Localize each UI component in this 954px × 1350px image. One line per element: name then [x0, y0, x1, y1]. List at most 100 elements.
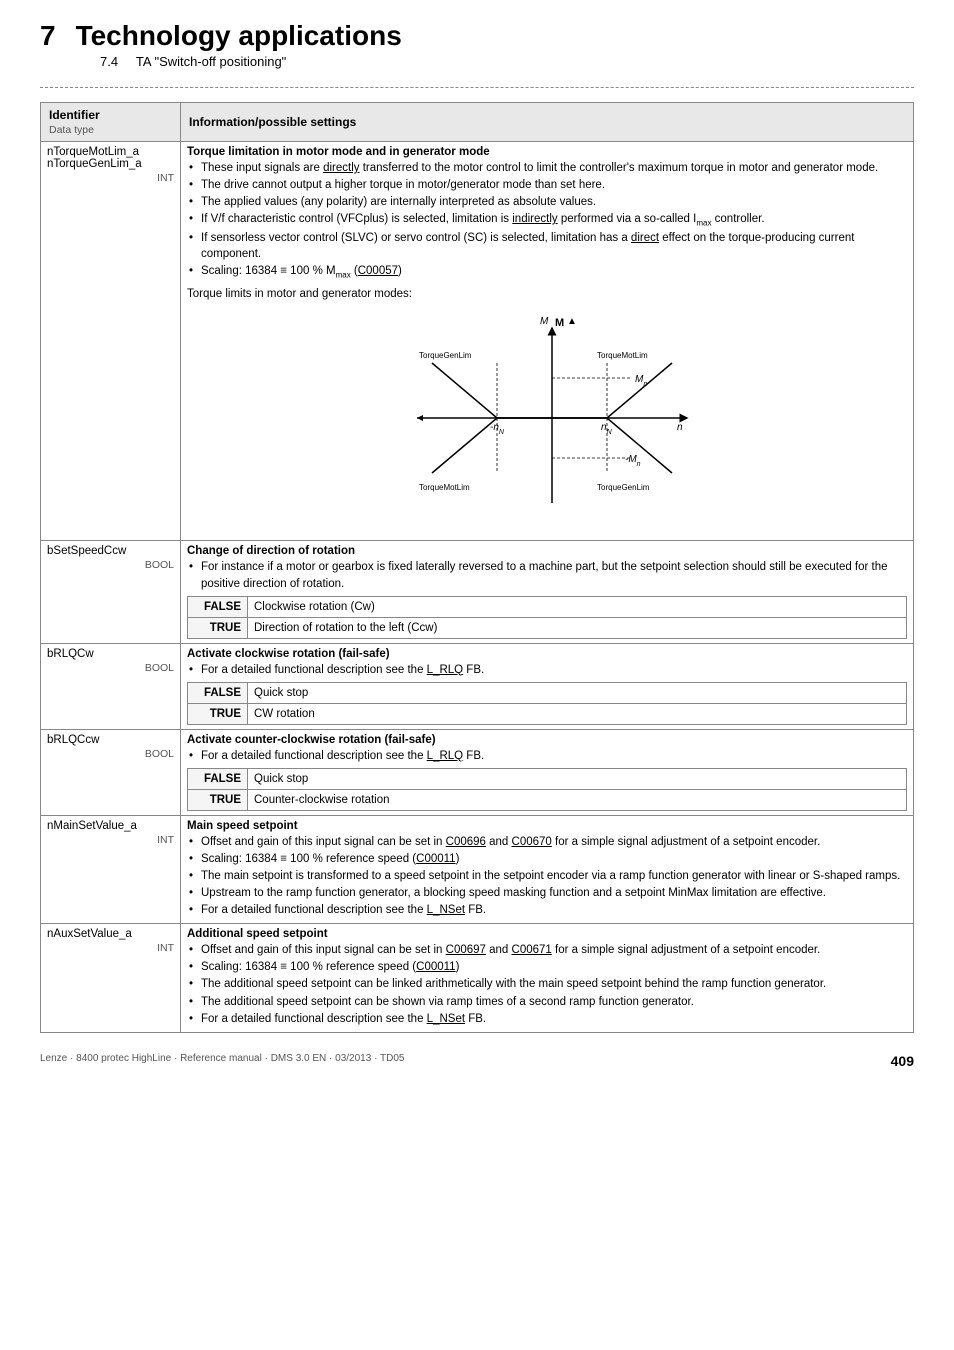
svg-text:TorqueMotLim: TorqueMotLim — [597, 351, 648, 360]
bullet-item: If V/f characteristic control (VFCplus) … — [187, 211, 907, 228]
identifier-name: nAuxSetValue_a — [47, 928, 132, 940]
bullet-item: The additional speed setpoint can be sho… — [187, 994, 907, 1010]
bullet-item: The drive cannot output a higher torque … — [187, 177, 907, 193]
bool-key: FALSE — [188, 596, 248, 617]
ref-link[interactable]: C00011 — [416, 853, 455, 865]
ref-link[interactable]: C00011 — [416, 961, 455, 973]
ref-link[interactable]: C00671 — [512, 944, 552, 956]
bool-row: TRUE Direction of rotation to the left (… — [188, 617, 907, 638]
bullet-list: For a detailed functional description se… — [187, 662, 907, 678]
svg-text:TorqueGenLim: TorqueGenLim — [597, 483, 650, 492]
identifier-cell: nTorqueMotLim_anTorqueGenLim_a INT — [41, 142, 181, 541]
identifier-cell: nMainSetValue_a INT — [41, 815, 181, 923]
datatype-label: INT — [47, 834, 174, 846]
datatype-label: INT — [47, 172, 174, 184]
bullet-item: For a detailed functional description se… — [187, 1011, 907, 1027]
bool-row: TRUE CW rotation — [188, 703, 907, 724]
bool-value: CW rotation — [248, 703, 907, 724]
bool-value: Clockwise rotation (Cw) — [248, 596, 907, 617]
identifier-name: nTorqueMotLim_anTorqueGenLim_a — [47, 146, 142, 170]
bullet-item: The additional speed setpoint can be lin… — [187, 976, 907, 992]
identifier-cell: nAuxSetValue_a INT — [41, 924, 181, 1032]
bool-table: FALSE Quick stop TRUE CW rotation — [187, 682, 907, 725]
torque-chart-svg: Mn -Mn -nN nN n M ▲ — [377, 308, 717, 528]
bool-key: FALSE — [188, 768, 248, 789]
svg-text:-nN: -nN — [490, 422, 505, 436]
bool-key: TRUE — [188, 789, 248, 810]
bool-row: FALSE Quick stop — [188, 682, 907, 703]
page-footer: Lenze · 8400 protec HighLine · Reference… — [40, 1053, 914, 1069]
table-row: bRLQCw BOOL Activate clockwise rotation … — [41, 643, 914, 729]
identifier-name: bSetSpeedCcw — [47, 545, 126, 557]
bullet-item: Offset and gain of this input signal can… — [187, 942, 907, 958]
bullet-list: For instance if a motor or gearbox is fi… — [187, 559, 907, 591]
page-header: 7 Technology applications 7.4 TA "Switch… — [40, 20, 914, 69]
ref-link[interactable]: L_NSet — [427, 1013, 465, 1025]
bullet-item: The applied values (any polarity) are in… — [187, 194, 907, 210]
ref-link[interactable]: L_NSet — [427, 904, 465, 916]
identifier-cell: bSetSpeedCcw BOOL — [41, 541, 181, 643]
identifier-cell: bRLQCcw BOOL — [41, 729, 181, 815]
chart-section: Torque limits in motor and generator mod… — [187, 288, 907, 528]
ref-link[interactable]: L_RLQ — [427, 750, 463, 762]
reference-table: Identifier Data type Information/possibl… — [40, 102, 914, 1033]
bullet-item: These input signals are directly transfe… — [187, 160, 907, 176]
bool-table: FALSE Clockwise rotation (Cw) TRUE Direc… — [187, 596, 907, 639]
datatype-label: INT — [47, 942, 174, 954]
bullet-item: For a detailed functional description se… — [187, 902, 907, 918]
table-row: nAuxSetValue_a INT Additional speed setp… — [41, 924, 914, 1032]
bullet-item: If sensorless vector control (SLVC) or s… — [187, 230, 907, 262]
bullet-item: For instance if a motor or gearbox is fi… — [187, 559, 907, 591]
row-title: Change of direction of rotation — [187, 545, 907, 557]
svg-text:▲: ▲ — [567, 316, 577, 327]
bullet-item: For a detailed functional description se… — [187, 662, 907, 678]
bool-key: FALSE — [188, 682, 248, 703]
info-cell: Torque limitation in motor mode and in g… — [181, 142, 914, 541]
row-title: Activate counter-clockwise rotation (fai… — [187, 734, 907, 746]
section-number: 7.4 — [100, 54, 118, 69]
section-divider — [40, 87, 914, 88]
bool-value: Direction of rotation to the left (Ccw) — [248, 617, 907, 638]
table-row: nTorqueMotLim_anTorqueGenLim_a INT Torqu… — [41, 142, 914, 541]
svg-text:M: M — [555, 317, 564, 329]
ref-link[interactable]: C00670 — [512, 836, 552, 848]
bool-table: FALSE Quick stop TRUE Counter-clockwise … — [187, 768, 907, 811]
col1-header: Identifier Data type — [41, 103, 181, 142]
bullet-item: The main setpoint is transformed to a sp… — [187, 868, 907, 884]
info-cell: Activate counter-clockwise rotation (fai… — [181, 729, 914, 815]
bullet-item: For a detailed functional description se… — [187, 748, 907, 764]
bullet-item: Upstream to the ramp function generator,… — [187, 885, 907, 901]
bool-value: Counter-clockwise rotation — [248, 789, 907, 810]
table-row: bSetSpeedCcw BOOL Change of direction of… — [41, 541, 914, 643]
ref-link[interactable]: C00057 — [358, 265, 398, 277]
ref-link[interactable]: L_RLQ — [427, 664, 463, 676]
bool-value: Quick stop — [248, 768, 907, 789]
bullet-item: Scaling: 16384 ≡ 100 % reference speed (… — [187, 851, 907, 867]
chapter-number: 7 — [40, 20, 56, 52]
identifier-cell: bRLQCw BOOL — [41, 643, 181, 729]
identifier-name: nMainSetValue_a — [47, 820, 137, 832]
bullet-item: Scaling: 16384 ≡ 100 % Mmax (C00057) — [187, 263, 907, 280]
bool-key: TRUE — [188, 703, 248, 724]
svg-text:TorqueGenLim: TorqueGenLim — [419, 351, 472, 360]
bool-row: FALSE Quick stop — [188, 768, 907, 789]
identifier-name: bRLQCw — [47, 648, 94, 660]
svg-text:TorqueMotLim: TorqueMotLim — [419, 483, 470, 492]
datatype-label: BOOL — [47, 559, 174, 571]
info-cell: Change of direction of rotation For inst… — [181, 541, 914, 643]
bullet-item: Scaling: 16384 ≡ 100 % reference speed (… — [187, 959, 907, 975]
bullet-list: Offset and gain of this input signal can… — [187, 942, 907, 1026]
page-number: 409 — [891, 1053, 914, 1069]
bullet-item: Offset and gain of this input signal can… — [187, 834, 907, 850]
bool-row: FALSE Clockwise rotation (Cw) — [188, 596, 907, 617]
svg-text:n: n — [677, 422, 683, 433]
row-title: Torque limitation in motor mode and in g… — [187, 146, 907, 158]
ref-link[interactable]: C00697 — [446, 944, 486, 956]
datatype-label: BOOL — [47, 662, 174, 674]
section-title: TA "Switch-off positioning" — [136, 54, 286, 69]
ref-link[interactable]: C00696 — [446, 836, 486, 848]
row-title: Activate clockwise rotation (fail-safe) — [187, 648, 907, 660]
info-cell: Main speed setpoint Offset and gain of t… — [181, 815, 914, 923]
row-title: Additional speed setpoint — [187, 928, 907, 940]
datatype-label: BOOL — [47, 748, 174, 760]
